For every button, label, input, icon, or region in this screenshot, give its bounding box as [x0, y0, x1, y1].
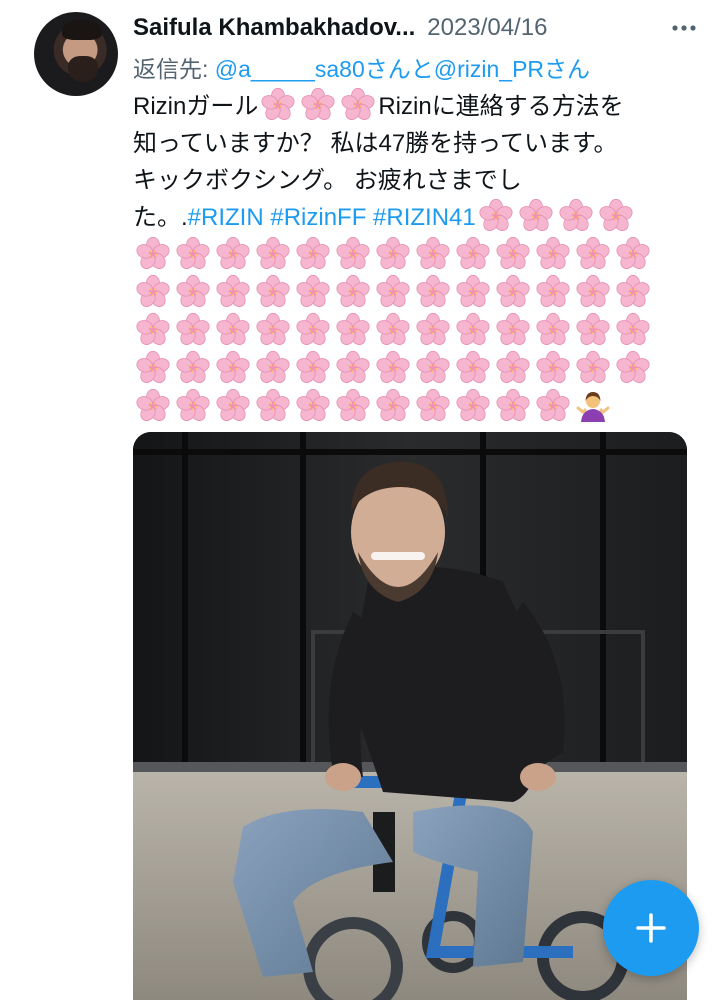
cherry-blossom-icon — [333, 311, 373, 349]
emoji-row — [133, 349, 653, 387]
cherry-blossom-icon — [413, 273, 453, 311]
cherry-blossom-icon — [533, 235, 573, 273]
person-shrugging-icon — [573, 387, 613, 425]
hashtag-rizin[interactable]: #RIZIN — [188, 204, 264, 231]
cherry-blossom-icon — [261, 87, 295, 122]
cherry-blossom-icon — [373, 349, 413, 387]
cherry-blossom-icon — [613, 273, 653, 311]
cherry-blossom-icon — [413, 387, 453, 425]
cherry-blossom-icon — [493, 235, 533, 273]
cherry-blossom-icon — [213, 273, 253, 311]
cherry-blossom-icon — [253, 273, 293, 311]
cherry-blossom-icon — [301, 87, 335, 122]
cherry-blossom-icon — [453, 387, 493, 425]
cherry-blossom-icon — [493, 387, 533, 425]
hashtag-rizinff[interactable]: #RizinFF — [270, 204, 366, 231]
cherry-blossom-icon — [413, 235, 453, 273]
hashtag-rizin41[interactable]: #RIZIN41 — [373, 204, 476, 231]
avatar-beard — [68, 56, 98, 82]
cherry-blossom-icon — [333, 235, 373, 273]
cherry-blossom-icon — [573, 311, 613, 349]
more-options-icon[interactable] — [667, 14, 701, 42]
cherry-blossom-icon — [453, 349, 493, 387]
emoji-row — [133, 273, 653, 311]
cherry-blossom-icon — [213, 311, 253, 349]
avatar-hair — [62, 20, 102, 40]
cherry-blossom-icon — [373, 311, 413, 349]
cherry-blossom-icon — [373, 235, 413, 273]
cherry-blossom-icon — [293, 273, 333, 311]
cherry-blossom-icon — [133, 311, 173, 349]
cherry-blossom-icon — [453, 311, 493, 349]
cherry-blossom-icon — [493, 311, 533, 349]
cherry-blossom-icon — [293, 235, 333, 273]
cherry-blossom-icon — [453, 235, 493, 273]
cherry-blossom-icon — [533, 311, 573, 349]
cherry-blossom-icon — [293, 387, 333, 425]
cherry-blossom-icon — [341, 87, 375, 122]
emoji-row — [133, 235, 653, 273]
cherry-blossom-icon — [573, 273, 613, 311]
cherry-blossom-icon — [413, 349, 453, 387]
tweet-text-line2: 知っていますか？ 私は47勝を持っています。 — [133, 130, 618, 157]
cherry-blossom-icon — [613, 235, 653, 273]
reply-mentions[interactable]: @a_____sa80さんと@rizin_PRさん — [215, 56, 590, 82]
cherry-blossom-icon — [333, 349, 373, 387]
cherry-blossom-icon — [293, 349, 333, 387]
tweet-text-line3: キックボクシング。 お疲れさまでし — [133, 167, 522, 194]
cherry-blossom-icon — [173, 235, 213, 273]
cherry-blossom-icon — [533, 273, 573, 311]
cherry-blossom-icon — [133, 387, 173, 425]
tweet-text-line1a: Rizinガール — [133, 93, 259, 120]
cherry-blossom-icon — [479, 198, 513, 233]
cherry-blossom-icon — [573, 235, 613, 273]
author-name[interactable]: Saifula Khambakhadov... — [133, 14, 415, 42]
cherry-blossom-icon — [253, 235, 293, 273]
cherry-blossom-icon — [253, 349, 293, 387]
cherry-blossom-icon — [613, 311, 653, 349]
tweet-text-line4a: た。. — [133, 204, 188, 231]
tweet-date[interactable]: 2023/04/16 — [427, 14, 547, 42]
cherry-blossom-icon — [559, 198, 593, 233]
cherry-blossom-icon — [413, 311, 453, 349]
cherry-blossom-icon — [573, 349, 613, 387]
reply-to-line: 返信先: @a_____sa80さんと@rizin_PRさん — [133, 50, 590, 84]
cherry-blossom-icon — [253, 311, 293, 349]
cherry-blossom-icon — [613, 349, 653, 387]
cherry-blossom-icon — [533, 387, 573, 425]
cherry-blossom-icon — [333, 387, 373, 425]
cherry-blossom-icon — [453, 273, 493, 311]
cherry-blossom-icon — [173, 387, 213, 425]
cherry-blossom-icon — [173, 273, 213, 311]
tweet-text: Rizinガール Rizinに連絡する方法を 知っていますか？ 私は47勝を持っ… — [133, 87, 693, 236]
cherry-blossom-icon — [173, 349, 213, 387]
cherry-blossom-icon — [293, 311, 333, 349]
cherry-blossom-icon — [133, 273, 173, 311]
emoji-row — [133, 387, 653, 425]
cherry-blossom-icon — [133, 349, 173, 387]
cherry-blossom-icon — [519, 198, 553, 233]
cherry-blossom-icon — [253, 387, 293, 425]
cherry-blossom-icon — [373, 387, 413, 425]
plus-icon — [636, 913, 666, 943]
author-avatar[interactable] — [34, 12, 118, 96]
tweet-text-line1b: Rizinに連絡する方法を — [378, 93, 624, 120]
cherry-blossom-icon — [533, 349, 573, 387]
compose-button[interactable] — [603, 880, 699, 976]
cherry-blossom-icon — [493, 349, 533, 387]
cherry-blossom-icon — [333, 273, 373, 311]
cherry-blossom-icon — [173, 311, 213, 349]
cherry-blossom-icon — [133, 235, 173, 273]
emoji-row — [133, 311, 653, 349]
cherry-blossom-icon — [213, 235, 253, 273]
cherry-blossom-icon — [493, 273, 533, 311]
cherry-blossom-icon — [599, 198, 633, 233]
reply-prefix: 返信先: — [133, 56, 209, 82]
cherry-blossom-icon — [373, 273, 413, 311]
emoji-grid — [133, 235, 653, 425]
cherry-blossom-icon — [213, 349, 253, 387]
tweet-header: Saifula Khambakhadov... 2023/04/16 — [133, 10, 701, 46]
cherry-blossom-icon — [213, 387, 253, 425]
